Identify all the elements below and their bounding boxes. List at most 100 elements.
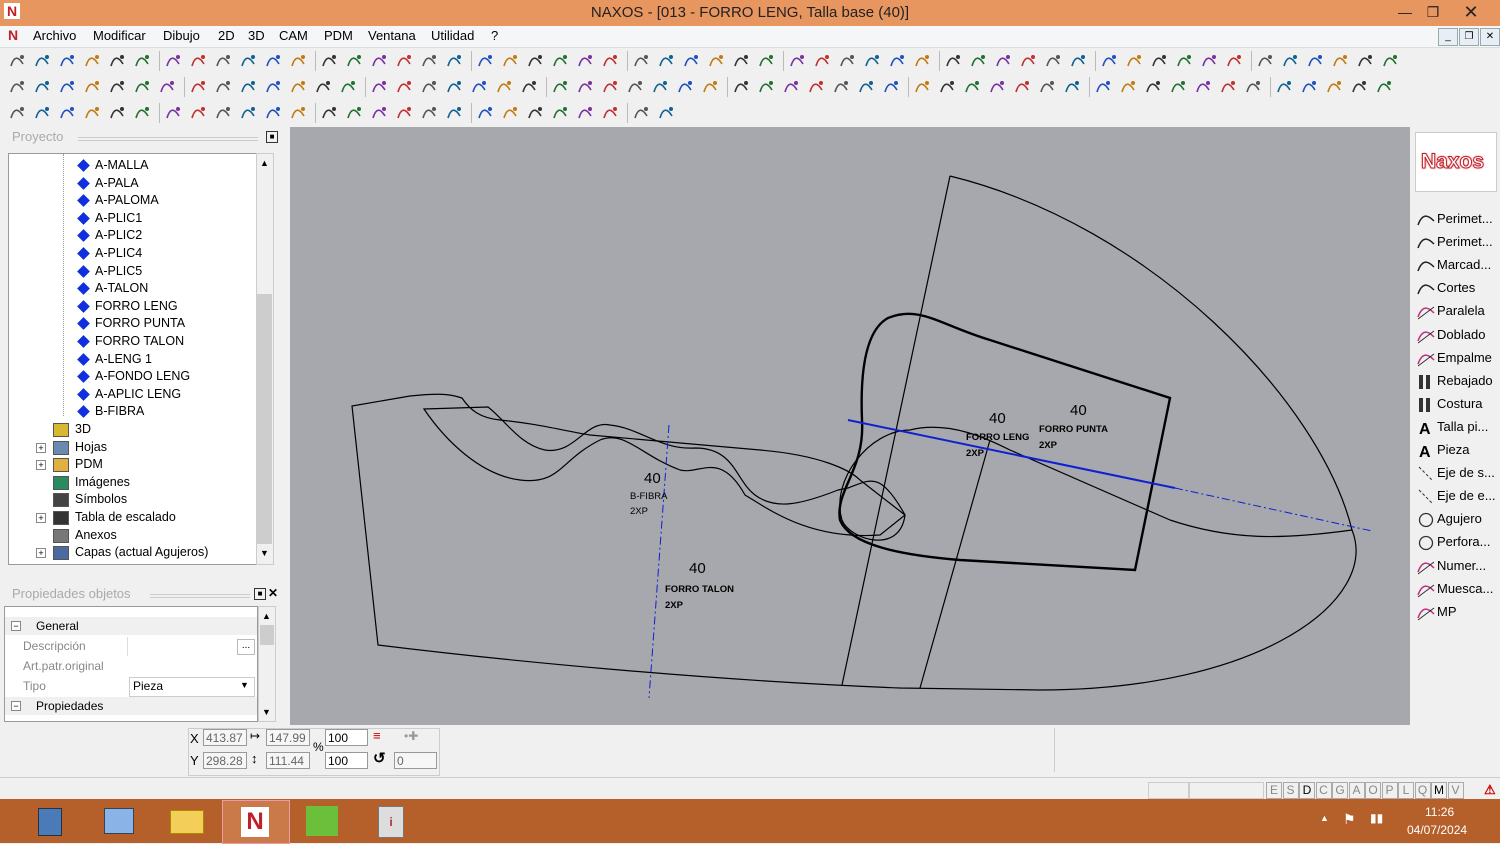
toolbar-tool-icon[interactable] <box>1375 78 1393 96</box>
toolbar-tool-icon[interactable] <box>133 104 151 122</box>
toolbar-tool-icon[interactable] <box>164 104 182 122</box>
toolbar-tool-icon[interactable] <box>788 52 806 70</box>
toolbar-tool-icon[interactable] <box>164 52 182 70</box>
toolbar-tool-icon[interactable] <box>1069 52 1087 70</box>
toolbar-tool-icon[interactable] <box>601 52 619 70</box>
toolbar-tool-icon[interactable] <box>33 78 51 96</box>
toolbar-tool-icon[interactable] <box>1150 52 1168 70</box>
toolbar-tool-icon[interactable] <box>882 78 900 96</box>
toolbar-tool-icon[interactable] <box>994 52 1012 70</box>
explorer-taskbar-button[interactable] <box>86 800 152 842</box>
properties-propiedades-row[interactable]: − Propiedades <box>5 697 257 715</box>
toolbar-tool-icon[interactable] <box>757 78 775 96</box>
toolbar-tool-icon[interactable] <box>470 78 488 96</box>
toolbar-tool-icon[interactable] <box>339 78 357 96</box>
toolbar-tool-icon[interactable] <box>888 52 906 70</box>
mdi-minimize-button[interactable]: _ <box>1438 28 1458 46</box>
status-indicator[interactable]: D <box>1299 782 1315 799</box>
toolbar-tool-icon[interactable] <box>1144 78 1162 96</box>
status-indicator[interactable]: O <box>1365 782 1381 799</box>
toolbar-tool-icon[interactable] <box>445 52 463 70</box>
toolbar-tool-icon[interactable] <box>988 78 1006 96</box>
mdi-close-button[interactable]: ✕ <box>1480 28 1500 46</box>
toolbar-tool-icon[interactable] <box>395 52 413 70</box>
toolbar-tool-icon[interactable] <box>8 52 26 70</box>
green-app-taskbar-button[interactable] <box>290 800 356 842</box>
toolbar-tool-icon[interactable] <box>1356 52 1374 70</box>
toolbar-tool-icon[interactable] <box>1275 78 1293 96</box>
collapse-icon[interactable]: − <box>11 701 21 711</box>
status-indicator[interactable]: G <box>1332 782 1348 799</box>
status-indicator[interactable]: E <box>1266 782 1282 799</box>
toolbar-tool-icon[interactable] <box>857 78 875 96</box>
descripcion-field[interactable] <box>127 637 254 656</box>
scroll-down-icon[interactable]: ▼ <box>262 707 271 717</box>
scroll-up-icon[interactable]: ▲ <box>260 158 269 168</box>
toolbar-tool-icon[interactable] <box>8 104 26 122</box>
toolbar-tool-icon[interactable] <box>264 52 282 70</box>
palette-tool-1[interactable]: Perimet... <box>1415 232 1499 253</box>
toolbar-tool-icon[interactable] <box>576 104 594 122</box>
toolbar-tool-icon[interactable] <box>551 52 569 70</box>
toolbar-tool-icon[interactable] <box>476 104 494 122</box>
palette-tool-14[interactable]: Perfora... <box>1415 532 1499 553</box>
toolbar-tool-icon[interactable] <box>264 78 282 96</box>
toolbar-tool-icon[interactable] <box>1225 52 1243 70</box>
toolbar-tool-icon[interactable] <box>551 104 569 122</box>
status-indicator[interactable]: Q <box>1414 782 1431 799</box>
toolbar-tool-icon[interactable] <box>320 104 338 122</box>
toolbar-tool-icon[interactable] <box>395 78 413 96</box>
toolbar-tool-icon[interactable] <box>108 78 126 96</box>
toolbar-tool-icon[interactable] <box>108 104 126 122</box>
toolbar-tool-icon[interactable] <box>58 78 76 96</box>
toolbar-tool-icon[interactable] <box>813 52 831 70</box>
tray-expand-icon[interactable]: ▲ <box>1320 813 1329 823</box>
palette-tool-2[interactable]: Marcad... <box>1415 255 1499 276</box>
toolbar-tool-icon[interactable] <box>1100 52 1118 70</box>
tipo-select[interactable]: Pieza ▼ <box>129 677 255 697</box>
toolbar-tool-icon[interactable] <box>601 104 619 122</box>
toolbar-tool-icon[interactable] <box>1063 78 1081 96</box>
close-button[interactable]: ✕ <box>1454 0 1488 24</box>
flag-icon[interactable]: ⚑ <box>1343 811 1356 828</box>
network-icon[interactable]: ▮▮ <box>1370 811 1383 825</box>
scroll-thumb[interactable] <box>257 294 272 544</box>
toolbar-tool-icon[interactable] <box>370 104 388 122</box>
toolbar-tool-icon[interactable] <box>214 78 232 96</box>
move-icon[interactable]: •✚ <box>404 729 434 747</box>
toolbar-tool-icon[interactable] <box>1306 52 1324 70</box>
status-indicator[interactable]: V <box>1447 782 1464 799</box>
toolbar-tool-icon[interactable] <box>1300 78 1318 96</box>
toolbar-tool-icon[interactable] <box>1281 52 1299 70</box>
palette-tool-16[interactable]: Muesca... <box>1415 579 1499 600</box>
status-indicator[interactable]: P <box>1381 782 1398 799</box>
palette-tool-3[interactable]: Cortes <box>1415 278 1499 299</box>
toolbar-tool-icon[interactable] <box>632 104 650 122</box>
toolbar-tool-icon[interactable] <box>1219 78 1237 96</box>
properties-scrollbar[interactable]: ▲ ▼ <box>258 606 276 722</box>
y-coordinate-field[interactable]: 298.28 <box>203 752 247 769</box>
toolbar-tool-icon[interactable] <box>420 104 438 122</box>
status-indicator[interactable]: A <box>1348 782 1365 799</box>
toolbar-tool-icon[interactable] <box>108 52 126 70</box>
scroll-up-icon[interactable]: ▲ <box>262 611 271 621</box>
toolbar-tool-icon[interactable] <box>8 78 26 96</box>
expand-icon[interactable]: + <box>36 442 46 453</box>
status-alert-icon[interactable]: ⚠ <box>1484 782 1496 798</box>
toolbar-tool-icon[interactable] <box>626 78 644 96</box>
status-indicator[interactable]: M <box>1431 782 1447 799</box>
calculator-taskbar-button[interactable] <box>18 800 84 842</box>
menu-2d[interactable]: 2D <box>218 28 235 43</box>
palette-tool-15[interactable]: Numer... <box>1415 556 1499 577</box>
toolbar-tool-icon[interactable] <box>189 52 207 70</box>
palette-tool-11[interactable]: Eje de s... <box>1415 463 1499 484</box>
toolbar-tool-icon[interactable] <box>782 78 800 96</box>
scroll-down-icon[interactable]: ▼ <box>260 548 269 558</box>
toolbar-tool-icon[interactable] <box>757 52 775 70</box>
toolbar-tool-icon[interactable] <box>1175 52 1193 70</box>
toolbar-tool-icon[interactable] <box>370 52 388 70</box>
toolbar-tool-icon[interactable] <box>189 104 207 122</box>
toolbar-tool-icon[interactable] <box>601 78 619 96</box>
toolbar-tool-icon[interactable] <box>214 104 232 122</box>
descripcion-ellipsis-button[interactable]: ... <box>237 639 255 655</box>
